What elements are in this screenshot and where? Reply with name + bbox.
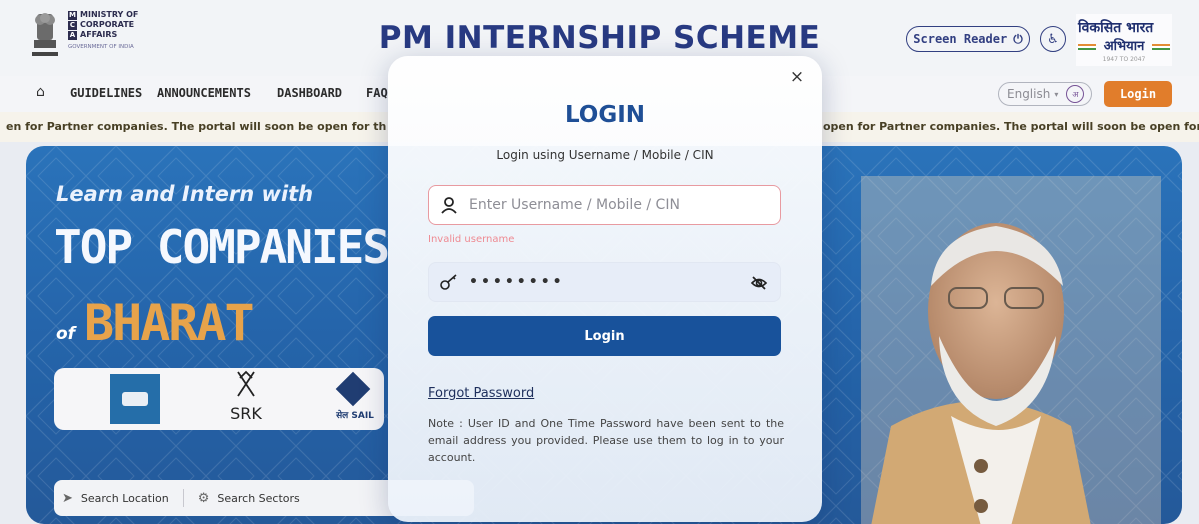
modal-title: LOGIN <box>564 102 646 128</box>
key-icon <box>429 273 469 291</box>
close-icon[interactable]: × <box>786 66 808 88</box>
power-icon: ⏻ <box>1013 31 1023 46</box>
ministry-line: MINISTRY OF <box>80 10 139 19</box>
modal-subtitle: Login using Username / Mobile / CIN <box>496 148 714 162</box>
viksit-bharat-logo: विकसित भारत अभियान 1947 TO 2047 <box>1076 14 1172 66</box>
company-logo-sail: सेल SAIL <box>326 371 382 426</box>
hero-of: of <box>56 324 76 344</box>
hero-tagline: Learn and Intern with <box>56 182 314 206</box>
location-arrow-icon: ➤ <box>62 490 73 506</box>
login-note: Note : User ID and One Time Password hav… <box>428 417 784 464</box>
chevron-down-icon: ▾ <box>1054 89 1059 99</box>
sail-label: सेल SAIL <box>336 411 374 421</box>
ministry-initial: M <box>68 10 77 20</box>
password-input[interactable] <box>469 274 739 290</box>
prime-minister-portrait <box>861 176 1161 524</box>
company-logos-strip: SRK सेल SAIL <box>54 368 384 430</box>
password-field[interactable] <box>428 262 781 302</box>
srk-label: SRK <box>230 404 262 423</box>
login-button[interactable]: Login <box>428 316 781 356</box>
viksit-line1: विकसित भारत <box>1078 20 1154 36</box>
forgot-password-link[interactable]: Forgot Password <box>428 386 534 401</box>
divider <box>182 489 184 507</box>
home-icon[interactable]: ⌂ <box>36 84 45 100</box>
screen-reader-label: Screen Reader <box>913 32 1008 46</box>
ticker-text-left: en for Partner companies. The portal wil… <box>6 120 387 133</box>
nav-item-faq[interactable]: FAQ <box>366 86 388 100</box>
nav-item-guidelines[interactable]: GUIDELINES <box>70 86 142 100</box>
header-login-button[interactable]: Login <box>1104 81 1172 107</box>
user-icon <box>429 196 469 214</box>
username-input[interactable] <box>469 197 739 213</box>
screen-reader-button[interactable]: Screen Reader ⏻ <box>906 26 1030 52</box>
hero-headline: TOP COMPANIES <box>54 220 390 274</box>
hero-bharat: BHARAT <box>84 294 255 352</box>
viksit-line2: अभियान <box>1078 36 1170 54</box>
eye-off-icon[interactable] <box>750 274 768 292</box>
nav-item-announcements[interactable]: ANNOUNCEMENTS <box>157 86 251 100</box>
sector-icon: ⚙ <box>197 490 210 506</box>
viksit-line3: 1947 TO 2047 <box>1102 56 1146 63</box>
language-label: English <box>1007 87 1051 101</box>
hindi-toggle-icon[interactable]: अ <box>1066 85 1085 103</box>
srk-mark-icon <box>237 370 255 397</box>
nav-item-dashboard[interactable]: DASHBOARD <box>277 86 342 100</box>
search-sectors-input[interactable]: Search Sectors <box>217 492 299 505</box>
accessibility-icon[interactable]: ♿ <box>1040 26 1066 52</box>
company-logo-building-icon <box>110 374 160 424</box>
company-logo-srk: SRK <box>226 370 266 426</box>
ticker-text-right: open for Partner companies. The portal w… <box>823 120 1199 133</box>
sail-diamond-icon <box>335 371 371 407</box>
language-select[interactable]: English ▾ अ <box>998 82 1092 106</box>
username-error: Invalid username <box>428 234 515 245</box>
search-location-input[interactable]: Search Location <box>81 492 169 505</box>
login-modal: × LOGIN Login using Username / Mobile / … <box>388 56 822 522</box>
username-field[interactable] <box>428 185 781 225</box>
